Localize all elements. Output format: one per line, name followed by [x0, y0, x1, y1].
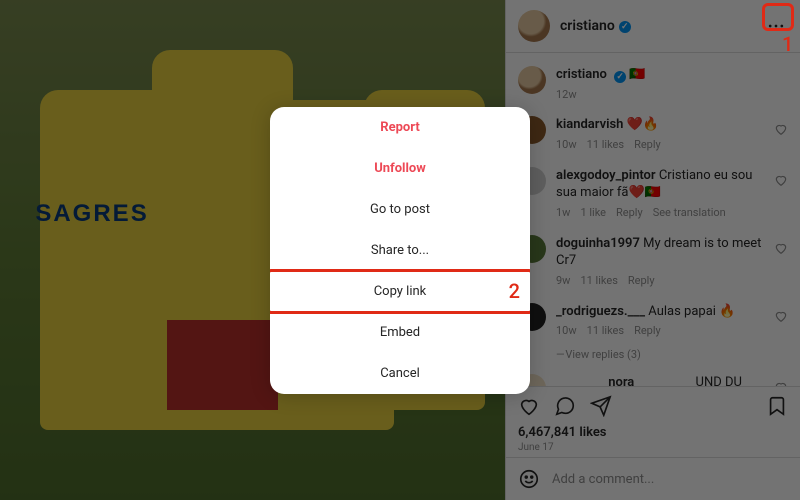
menu-share-to[interactable]: Share to...	[270, 230, 530, 271]
modal-overlay[interactable]: Report Unfollow Go to post Share to... C…	[0, 0, 800, 500]
menu-cancel[interactable]: Cancel	[270, 353, 530, 394]
menu-copy-link[interactable]: Copy link	[270, 271, 530, 312]
menu-unfollow[interactable]: Unfollow	[270, 148, 530, 189]
options-sheet: Report Unfollow Go to post Share to... C…	[270, 107, 530, 394]
menu-report[interactable]: Report	[270, 107, 530, 148]
menu-embed[interactable]: Embed	[270, 312, 530, 353]
menu-go-to-post[interactable]: Go to post	[270, 189, 530, 230]
